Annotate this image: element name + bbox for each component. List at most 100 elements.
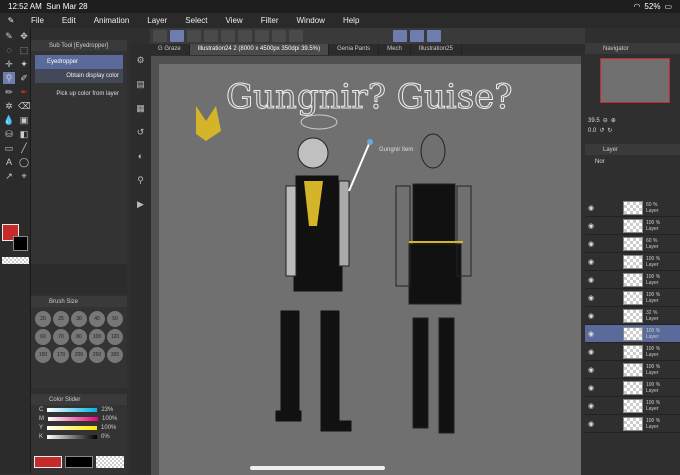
brush-size-70[interactable]: 70 [53, 329, 69, 345]
balloon-tool-icon[interactable]: ◯ [18, 156, 30, 168]
gear-icon[interactable]: ⚙ [130, 48, 151, 72]
eyedropper-tool-icon[interactable]: ⚲ [3, 72, 15, 84]
transparent-swatch[interactable] [2, 257, 29, 264]
layer-row[interactable]: ◉ 60 % Layer [585, 199, 680, 217]
history-icon[interactable]: ↺ [130, 120, 151, 144]
lasso-tool-icon[interactable]: ◌ [3, 44, 15, 56]
eye-icon[interactable]: ◉ [588, 204, 594, 212]
layer-row[interactable]: ◉ 60 % Layer [585, 235, 680, 253]
slider-c[interactable]: C 23% [31, 405, 127, 414]
app-logo-icon[interactable]: ✎ [0, 16, 22, 25]
eye-icon[interactable]: ◉ [588, 330, 594, 338]
select-tool-icon[interactable]: ⬚ [18, 44, 30, 56]
eraser-tool-icon[interactable]: ⌫ [18, 100, 31, 112]
eye-icon[interactable]: ◉ [588, 366, 594, 374]
eye-icon[interactable]: ◉ [588, 384, 594, 392]
brush-size-170[interactable]: 170 [53, 347, 69, 363]
line-tool-icon[interactable]: ╱ [18, 142, 30, 154]
menu-icon[interactable] [153, 30, 167, 42]
subtool-obtain-display-color[interactable]: Obtain display color [35, 69, 123, 83]
swatch-sub[interactable] [65, 456, 93, 468]
rotate-left-icon[interactable]: ↺ [599, 127, 604, 134]
brush-size-60[interactable]: 60 [35, 329, 51, 345]
text-tool-icon[interactable]: A [3, 156, 15, 168]
brush-size-200[interactable]: 200 [71, 347, 87, 363]
layer-row[interactable]: ◉ 100 % Layer [585, 397, 680, 415]
tab-illustration24[interactable]: Illustration24 2 (8000 x 4500px 350dpi 3… [189, 44, 330, 55]
eye-icon[interactable]: ◉ [588, 276, 594, 284]
tab-genia-pants[interactable]: Genia Pants [329, 44, 380, 55]
layer-row[interactable]: ◉ 100 % Layer [585, 325, 680, 343]
brush-size-20[interactable]: 20 [35, 311, 51, 327]
slider-y[interactable]: Y 100% [31, 423, 127, 432]
transform-tool-icon[interactable]: ✛ [3, 58, 15, 70]
transform-icon[interactable] [272, 30, 286, 42]
menu-edit[interactable]: Edit [62, 16, 76, 25]
layer-row[interactable]: ◉ 100 % Layer [585, 379, 680, 397]
angle-value[interactable]: 0.0 [588, 128, 596, 134]
move-tool-icon[interactable]: ✥ [18, 30, 30, 42]
blend-tool-icon[interactable]: 💧 [3, 114, 15, 126]
auto-action-icon[interactable]: ▶ [130, 192, 151, 216]
zoom-value[interactable]: 39.5 [588, 118, 600, 124]
blend-mode[interactable]: Nor [585, 155, 680, 171]
brush-size-300[interactable]: 300 [107, 347, 123, 363]
layer-row[interactable]: ◉ 100 % Layer [585, 217, 680, 235]
menu-window[interactable]: Window [297, 16, 325, 25]
rotate-right-icon[interactable]: ↻ [607, 127, 612, 134]
brush-tool-icon[interactable]: ✐ [18, 72, 30, 84]
search-icon[interactable]: ⚲ [130, 168, 151, 192]
layer-row[interactable]: ◉ 100 % Layer [585, 361, 680, 379]
brush-size-30[interactable]: 30 [71, 311, 87, 327]
menu-layer[interactable]: Layer [147, 16, 167, 25]
tab-illustration25[interactable]: Illustration25 [411, 44, 462, 55]
deselect-icon[interactable] [289, 30, 303, 42]
menu-animation[interactable]: Animation [94, 16, 130, 25]
layer-row[interactable]: ◉ 32 % Layer [585, 307, 680, 325]
eye-icon[interactable]: ◉ [588, 402, 594, 410]
color-wheel-icon[interactable]: ◐ [130, 144, 151, 168]
zoom-in-icon[interactable]: ⊕ [611, 117, 616, 124]
redo-icon[interactable] [221, 30, 235, 42]
menu-file[interactable]: File [31, 16, 44, 25]
gradient-tool-icon[interactable]: ◧ [18, 128, 30, 140]
ruler-snap-icon[interactable] [393, 30, 407, 42]
undo-icon[interactable] [204, 30, 218, 42]
brush-size-150[interactable]: 150 [35, 347, 51, 363]
layer-row[interactable]: ◉ 100 % Layer [585, 289, 680, 307]
eye-icon[interactable]: ◉ [588, 222, 594, 230]
layer-row[interactable]: ◉ 100 % Layer [585, 253, 680, 271]
brush-size-25[interactable]: 25 [53, 311, 69, 327]
subtool-eyedropper[interactable]: Eyedropper [35, 55, 123, 69]
eye-icon[interactable]: ◉ [588, 240, 594, 248]
zoom-out-icon[interactable]: ⊖ [603, 117, 608, 124]
clear-icon[interactable] [238, 30, 252, 42]
brush-size-250[interactable]: 250 [89, 347, 105, 363]
subtool-pick-layer-color[interactable]: Pick up color from layer [35, 87, 123, 101]
layer-row[interactable]: ◉ 100 % Layer [585, 415, 680, 433]
eye-icon[interactable]: ◉ [588, 420, 594, 428]
brush-size-80[interactable]: 80 [71, 329, 87, 345]
sub-color-swatch[interactable] [13, 236, 28, 251]
figure-tool-icon[interactable]: ▭ [3, 142, 15, 154]
bucket-tool-icon[interactable]: ⛁ [3, 128, 15, 140]
menu-help[interactable]: Help [343, 16, 359, 25]
decoration-tool-icon[interactable]: ✲ [3, 100, 15, 112]
pen-tool-icon[interactable]: ✎ [3, 30, 15, 42]
ruler-tool-icon[interactable]: ⌖ [18, 170, 30, 182]
layer-row[interactable]: ◉ 100 % Layer [585, 343, 680, 361]
layer-prop-icon[interactable]: ▤ [130, 72, 151, 96]
tab-graze[interactable]: G Graze [150, 44, 190, 55]
tab-mech[interactable]: Mech [379, 44, 411, 55]
slider-k[interactable]: K 0% [31, 432, 127, 441]
pencil-tool-icon[interactable]: ✏ [3, 86, 15, 98]
swatch-transparent[interactable] [96, 456, 124, 468]
eye-icon[interactable]: ◉ [588, 258, 594, 266]
brush-size-100[interactable]: 100 [89, 329, 105, 345]
slider-m[interactable]: M 100% [31, 414, 127, 423]
menu-view[interactable]: View [226, 16, 243, 25]
snap-icon[interactable] [187, 30, 201, 42]
menu-filter[interactable]: Filter [261, 16, 279, 25]
navigator-preview[interactable] [600, 58, 670, 103]
pen-mode-icon[interactable] [170, 30, 184, 42]
